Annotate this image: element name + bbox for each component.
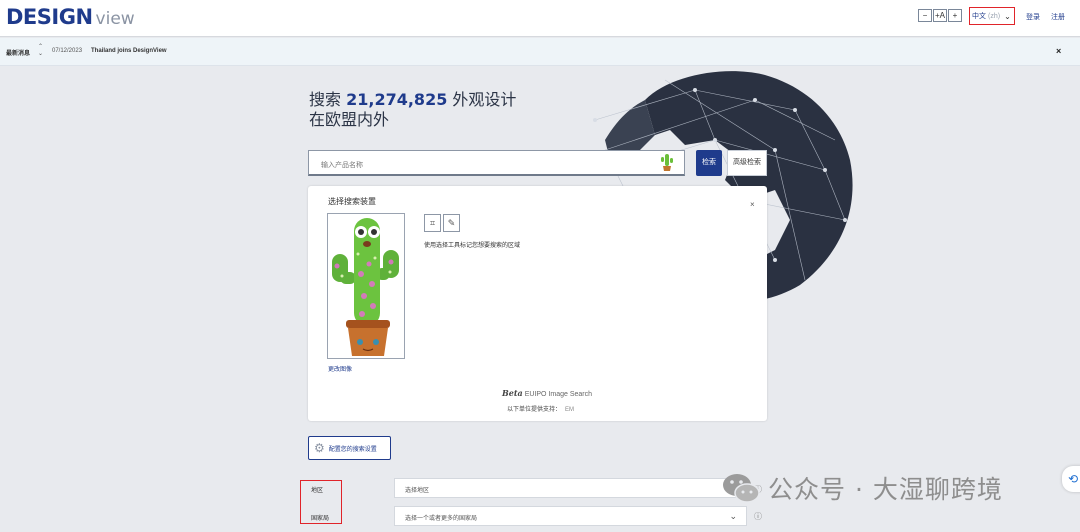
product-search-input[interactable]: 输入产品名称 xyxy=(308,150,685,176)
support-line: 以下单位提供支持： EM xyxy=(507,404,574,413)
logo-sub-text: view xyxy=(95,9,135,29)
support-value: EM xyxy=(565,407,575,413)
chevron-down-icon: ⌄ xyxy=(729,511,737,521)
gear-icon: ⚙ xyxy=(314,441,325,455)
zoom-out-button[interactable]: − xyxy=(918,9,932,22)
login-link[interactable]: 登录 xyxy=(1026,12,1040,22)
image-search-panel: 选择搜索装置 × 更改图像 ⌗ ✎ 使用选择工具标记您想要搜索的区域 Beta … xyxy=(308,186,767,421)
change-image-link[interactable]: 更改图像 xyxy=(328,364,352,373)
watermark-text: 公众号 · 大湿聊跨境 xyxy=(768,475,1003,504)
configure-search-settings-button[interactable]: ⚙ 配置您的搜索设置 xyxy=(308,436,391,460)
region-select[interactable]: 选择地区 ⌄ xyxy=(394,478,747,498)
tool-hint-text: 使用选择工具标记您想要搜索的区域 xyxy=(424,243,521,249)
news-date: 07/12/2023 xyxy=(52,48,83,54)
beta-product-name: EUIPO Image Search xyxy=(524,391,592,398)
national-office-select[interactable]: 选择一个或者更多的国家局 ⌄ xyxy=(394,506,747,526)
zoom-in-button[interactable]: + xyxy=(948,9,962,22)
uploaded-image[interactable] xyxy=(327,213,405,359)
side-float-icon[interactable]: ⟲ xyxy=(1062,466,1080,492)
search-button[interactable]: 检索 xyxy=(696,150,722,176)
news-headline[interactable]: Thailand joins DesignView xyxy=(91,48,167,54)
pencil-draw-tool-icon[interactable]: ✎ xyxy=(443,214,460,232)
advanced-search-button[interactable]: 高级检索 xyxy=(727,150,767,176)
configure-label: 配置您的搜索设置 xyxy=(328,446,377,453)
support-label: 以下单位提供支持： xyxy=(507,407,562,413)
chevron-down-icon: ⌄ xyxy=(1004,11,1011,21)
cactus-toy-image xyxy=(328,214,404,358)
register-link[interactable]: 注册 xyxy=(1051,12,1065,22)
font-size-controls: − +A + xyxy=(918,9,963,22)
language-select[interactable]: 中文 (zh) ⌄ xyxy=(969,7,1015,25)
uploaded-image-thumbnail[interactable] xyxy=(660,153,674,172)
zoom-reset-button[interactable]: +A xyxy=(933,9,947,22)
beta-label: Beta EUIPO Image Search xyxy=(502,388,592,398)
language-code: (zh) xyxy=(988,12,1001,20)
region-placeholder: 选择地区 xyxy=(405,488,430,494)
language-value: 中文 xyxy=(972,13,986,20)
watermark: 公众号 · 大湿聊跨境 xyxy=(722,470,1003,506)
wechat-icon xyxy=(723,474,760,503)
hero-suffix: 外观设计 xyxy=(452,90,517,109)
national-office-label: 国家局 xyxy=(311,516,330,522)
top-header: DESIGN view − +A + 中文 (zh) ⌄ 登录 注册 xyxy=(0,0,1080,37)
logo-main-text: DESIGN xyxy=(6,5,93,29)
news-label: 最新消息 xyxy=(6,51,31,57)
region-label: 地区 xyxy=(311,488,324,494)
panel-title: 选择搜索装置 xyxy=(328,197,376,206)
info-icon[interactable]: ⓘ xyxy=(754,511,762,522)
office-placeholder: 选择一个或者更多的国家局 xyxy=(405,516,478,522)
news-close-icon[interactable]: × xyxy=(1056,46,1061,56)
hero-subline: 在欧盟内外 xyxy=(309,110,390,129)
news-bar: 最新消息 ⌃ ⌄ 07/12/2023 Thailand joins Design… xyxy=(0,38,1080,66)
beta-tag: Beta xyxy=(502,388,523,398)
news-scroll-arrows-icon[interactable]: ⌃ ⌄ xyxy=(38,44,43,58)
crop-select-tool-icon[interactable]: ⌗ xyxy=(424,214,441,232)
designview-logo[interactable]: DESIGN view xyxy=(6,5,135,31)
panel-close-icon[interactable]: × xyxy=(750,200,755,209)
